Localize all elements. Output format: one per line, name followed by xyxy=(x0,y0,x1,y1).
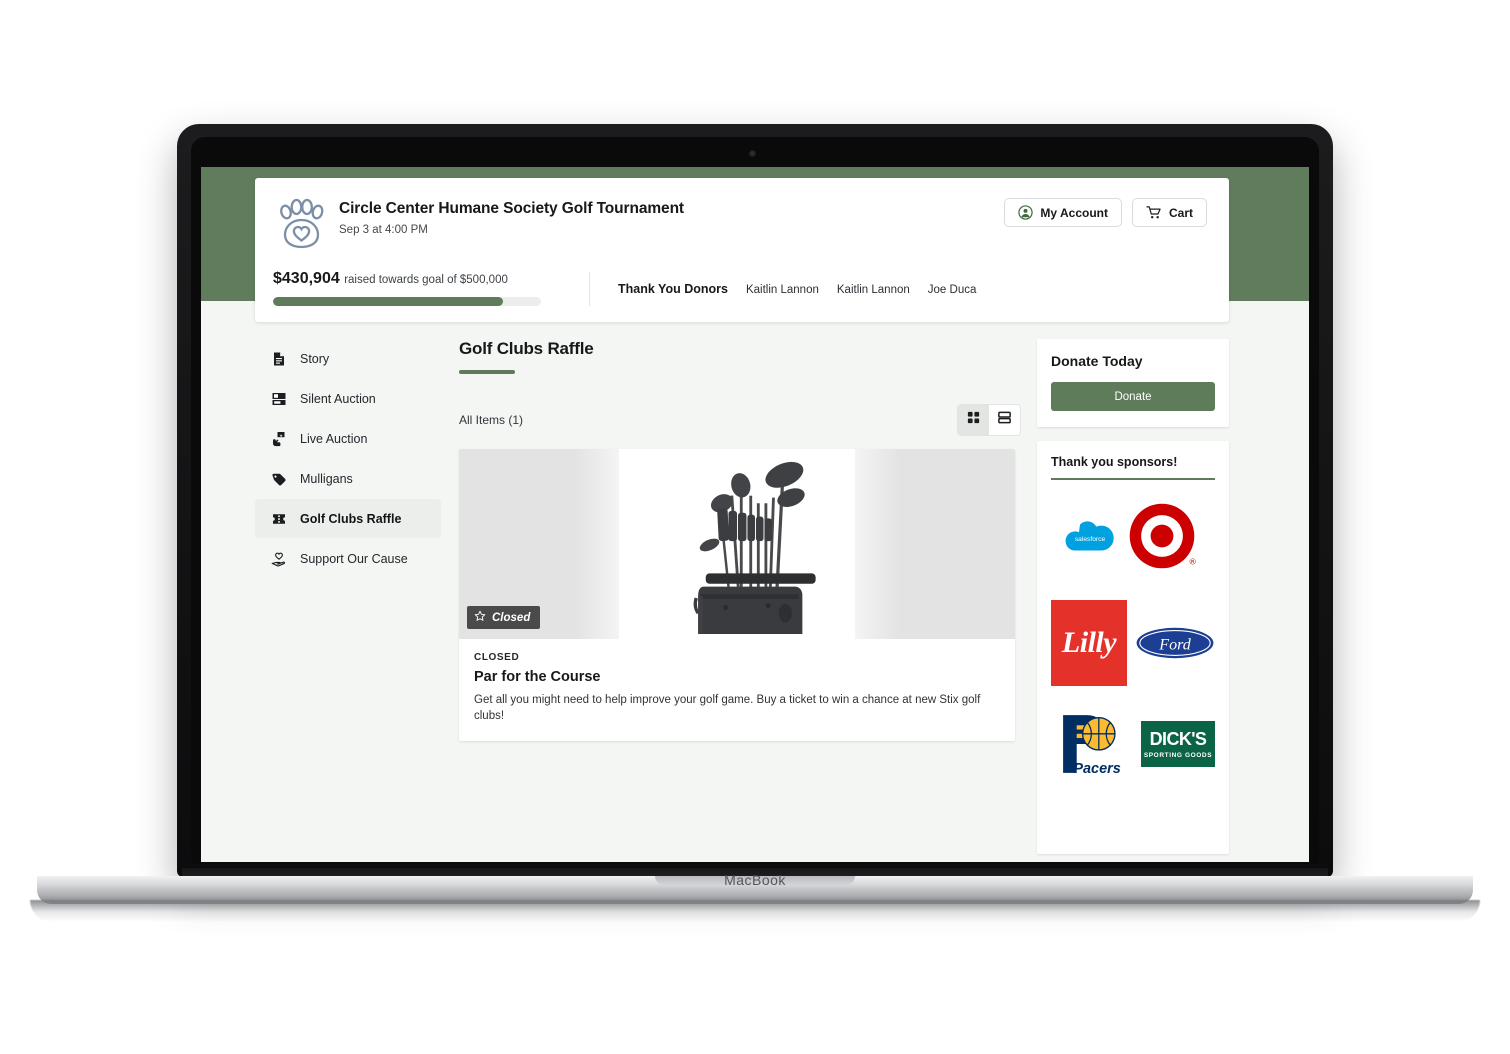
dicks-logo-icon[interactable]: DICK'S SPORTING GOODS xyxy=(1141,721,1215,767)
item-details: CLOSED Par for the Course Get all you mi… xyxy=(459,639,1015,741)
item-status: CLOSED xyxy=(474,652,520,663)
sidebar-item-label: Live Auction xyxy=(300,431,368,446)
pacers-logo-icon[interactable]: Pacers xyxy=(1051,710,1133,778)
sidebar-item-story[interactable]: Story xyxy=(255,339,441,378)
right-rail: Donate Today Donate Thank you sponsors! … xyxy=(1037,339,1229,854)
ford-logo-icon[interactable]: Ford xyxy=(1135,626,1215,660)
sidebar-nav: Story Silent Auction Live Auction Mullig… xyxy=(255,339,441,579)
paw-heart-logo-icon xyxy=(273,198,329,250)
event-date: Sep 3 at 4:00 PM xyxy=(339,224,428,236)
title-underline xyxy=(459,370,515,374)
ticket-icon xyxy=(270,510,287,527)
grid-view-button[interactable] xyxy=(958,405,989,435)
item-title: Par for the Course xyxy=(474,669,601,685)
list-icon xyxy=(997,410,1012,430)
sidebar-item-label: Support Our Cause xyxy=(300,551,408,566)
dicks-wordmark-bottom: SPORTING GOODS xyxy=(1143,752,1213,759)
raised-goal-text: raised towards goal of $500,000 xyxy=(344,274,508,286)
svg-text:®: ® xyxy=(1190,557,1197,567)
status-badge: Closed xyxy=(467,606,541,629)
donate-card: Donate Today Donate xyxy=(1037,339,1229,427)
auction-board-icon xyxy=(270,390,287,407)
sidebar-item-label: Silent Auction xyxy=(300,391,376,406)
sponsors-card: Thank you sponsors! salesforce ® Lilly F… xyxy=(1037,441,1229,854)
sidebar-item-golf-clubs-raffle[interactable]: Golf Clubs Raffle xyxy=(255,499,441,538)
header-actions: My Account Cart xyxy=(1004,196,1207,227)
sidebar-item-live-auction[interactable]: Live Auction xyxy=(255,419,441,458)
hand-heart-icon xyxy=(270,550,287,567)
svg-text:Ford: Ford xyxy=(1158,636,1191,653)
donate-heading: Donate Today xyxy=(1051,353,1143,369)
event-page: Circle Center Humane Society Golf Tourna… xyxy=(201,167,1309,862)
hand-paddle-icon xyxy=(270,430,287,447)
progress-bar-fill xyxy=(273,297,504,306)
my-account-button[interactable]: My Account xyxy=(1004,198,1122,227)
svg-text:salesforce: salesforce xyxy=(1075,535,1106,542)
donate-button[interactable]: Donate xyxy=(1051,382,1215,411)
golf-clubs-photo xyxy=(619,449,855,639)
svg-text:Pacers: Pacers xyxy=(1073,761,1120,777)
main-content: Golf Clubs Raffle All Items (1) Closed C… xyxy=(459,339,1021,742)
sponsors-divider xyxy=(1051,478,1215,480)
target-logo-icon[interactable]: ® xyxy=(1124,498,1202,576)
laptop-screen: Circle Center Humane Society Golf Tourna… xyxy=(201,167,1309,862)
shopping-cart-icon xyxy=(1146,205,1162,220)
sidebar-item-mulligans[interactable]: Mulligans xyxy=(255,459,441,498)
donors-label: Thank You Donors xyxy=(618,282,728,296)
cart-label: Cart xyxy=(1168,205,1193,220)
webcam-icon xyxy=(749,150,756,157)
macbook-brand-label: MacBook xyxy=(724,872,786,888)
lilly-wordmark: Lilly xyxy=(1061,626,1117,659)
item-image-area: Closed xyxy=(459,449,1015,639)
event-header-card: Circle Center Humane Society Golf Tourna… xyxy=(255,178,1229,322)
document-icon xyxy=(270,350,287,367)
laptop-base-shadow xyxy=(30,900,1480,922)
auction-item-card[interactable]: Closed CLOSED Par for the Course Get all… xyxy=(459,449,1015,742)
image-right-placeholder xyxy=(855,449,1015,639)
sponsors-heading: Thank you sponsors! xyxy=(1051,455,1178,469)
tag-icon xyxy=(270,470,287,487)
laptop-mockup: Circle Center Humane Society Golf Tourna… xyxy=(0,0,1510,1054)
dicks-wordmark-top: DICK'S xyxy=(1149,729,1207,749)
sidebar-item-silent-auction[interactable]: Silent Auction xyxy=(255,379,441,418)
item-description: Get all you might need to help improve y… xyxy=(474,694,981,722)
donor-name: Kaitlin Lannon xyxy=(836,284,910,296)
section-title: Golf Clubs Raffle xyxy=(459,339,594,358)
list-view-button[interactable] xyxy=(989,405,1020,435)
my-account-label: My Account xyxy=(1040,205,1108,220)
sidebar-item-label: Mulligans xyxy=(300,471,353,486)
user-circle-icon xyxy=(1018,205,1034,220)
sidebar-item-label: Story xyxy=(300,351,330,366)
sidebar-item-label: Golf Clubs Raffle xyxy=(300,511,402,526)
items-count-label: All Items (1) xyxy=(459,413,524,427)
donor-name: Joe Duca xyxy=(927,284,977,296)
progress-bar-track xyxy=(273,297,541,306)
lilly-logo-icon[interactable]: Lilly xyxy=(1051,600,1127,686)
status-badge-label: Closed xyxy=(492,611,531,624)
fundraising-progress: $430,904 raised towards goal of $500,000 xyxy=(273,270,563,306)
star-outline-icon xyxy=(474,610,486,625)
salesforce-logo-icon[interactable]: salesforce xyxy=(1064,520,1116,554)
sidebar-item-support-our-cause[interactable]: Support Our Cause xyxy=(255,539,441,578)
view-mode-toggle xyxy=(957,404,1021,436)
thank-you-donors: Thank You Donors Kaitlin Lannon Kaitlin … xyxy=(589,272,976,306)
raised-amount: $430,904 xyxy=(273,270,340,287)
donor-name: Kaitlin Lannon xyxy=(745,284,819,296)
page-title: Circle Center Humane Society Golf Tourna… xyxy=(339,200,684,217)
grid-icon xyxy=(966,410,981,430)
cart-button[interactable]: Cart xyxy=(1131,198,1207,227)
items-toolbar: All Items (1) xyxy=(459,404,1021,436)
sponsor-logo-grid: salesforce ® Lilly Ford Pacers DICK'S SP… xyxy=(1051,498,1215,778)
